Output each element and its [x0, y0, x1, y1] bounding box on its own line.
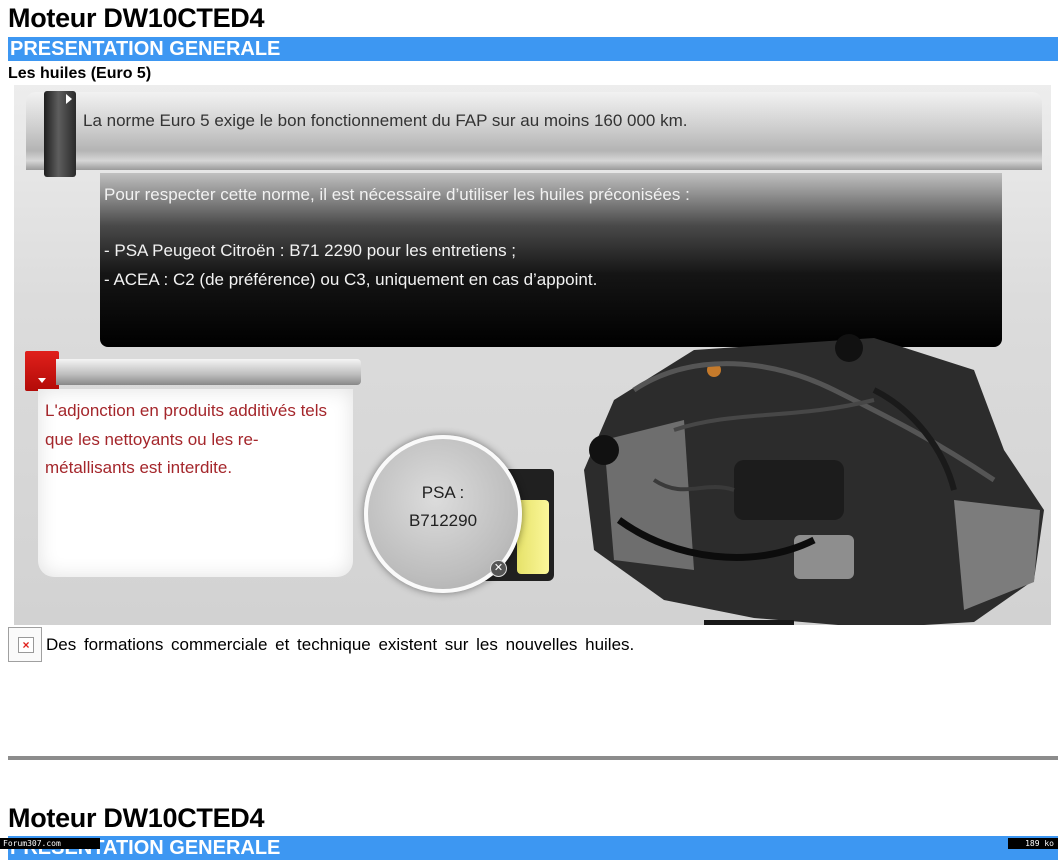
chevron-right-icon: [66, 94, 72, 104]
section-header: PRESENTATION GENERALE: [8, 37, 1058, 61]
footer-note: Des formations commerciale et technique …: [46, 635, 635, 654]
recommendation-psa: - PSA Peugeot Citroën : B71 2290 pour le…: [104, 241, 517, 260]
chevron-down-icon: [38, 378, 46, 383]
callout-line-1: PSA :: [421, 483, 465, 502]
note-text: L'adjonction en produits additivés tels …: [45, 401, 328, 477]
recommendation-intro: Pour respecter cette norme, il est néces…: [104, 185, 690, 204]
recommendation-acea: - ACEA : C2 (de préférence) ou C3, uniqu…: [104, 270, 598, 289]
page-divider: [8, 756, 1058, 760]
banner-bar: [26, 92, 1042, 170]
slide-panel: La norme Euro 5 exige le bon fonctionnem…: [14, 85, 1051, 625]
engine-image: [584, 334, 1044, 625]
page-subtitle: Les huiles (Euro 5): [8, 65, 152, 82]
watermark-left: Forum307.com: [0, 838, 100, 849]
close-icon[interactable]: ✕: [490, 560, 507, 577]
page-title: Moteur DW10CTED4: [8, 3, 265, 33]
note-tab[interactable]: [25, 351, 59, 391]
note-header-bar: [56, 359, 361, 385]
callout-line-2: B712290: [408, 511, 478, 530]
broken-image-icon: ×: [8, 627, 42, 662]
next-section-header: PRESENTATION GENERALE: [8, 836, 1058, 860]
banner-text: La norme Euro 5 exige le bon fonctionnem…: [83, 111, 688, 130]
recommendation-box: Pour respecter cette norme, il est néces…: [100, 173, 1002, 347]
watermark-right: 189 ko: [1008, 838, 1058, 849]
next-page-title: Moteur DW10CTED4: [8, 803, 265, 833]
